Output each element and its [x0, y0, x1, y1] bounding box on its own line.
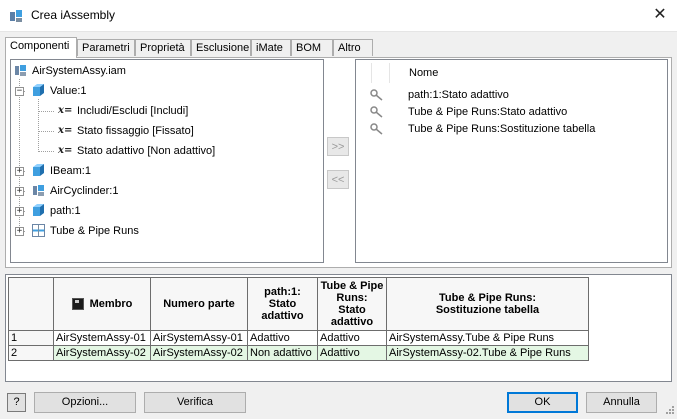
subassembly-icon	[33, 185, 44, 196]
opzioni-button[interactable]: Opzioni...	[34, 392, 136, 413]
tree-item-param[interactable]: x= Includi/Escludi [Includi]	[14, 102, 274, 120]
add-button[interactable]: >>	[327, 137, 349, 156]
header-line: adattivo	[261, 310, 304, 322]
key-icon	[370, 89, 383, 101]
column-header-numero-parte[interactable]: Numero parte	[150, 277, 248, 331]
verifica-button[interactable]: Verifica	[144, 392, 246, 413]
parameter-icon: x=	[58, 125, 73, 136]
tab-imate[interactable]: iMate	[251, 39, 291, 56]
list-header: Nome	[356, 60, 667, 86]
tree-item-ibeam[interactable]: + IBeam:1	[14, 162, 214, 180]
parameter-icon: x=	[58, 105, 73, 116]
header-line: Stato	[268, 298, 297, 310]
list-item-label: path:1:Stato adattivo	[408, 89, 509, 101]
tab-parametri[interactable]: Parametri	[77, 39, 135, 56]
row-number[interactable]: 2	[8, 345, 54, 361]
column-header-membro-label: Membro	[89, 297, 133, 310]
component-tree[interactable]: AirSystemAssy.iam − Value:1 x= Includi/E…	[10, 59, 324, 263]
assembly-icon	[15, 65, 26, 76]
list-item-label: Tube & Pipe Runs:Sostituzione tabella	[408, 123, 596, 135]
selected-list[interactable]: Nome path:1:Stato adattivo Tube & Pipe R…	[355, 59, 668, 263]
cell-path-stato[interactable]: Adattivo	[247, 330, 318, 346]
table-row[interactable]: 1 AirSystemAssy-01 AirSystemAssy-01 Adat…	[8, 330, 589, 346]
header-line: Tube & Pipe	[320, 280, 384, 292]
column-header-path-stato[interactable]: path:1: Stato adattivo	[247, 277, 318, 331]
cell-sostituzione[interactable]: AirSystemAssy.Tube & Pipe Runs	[386, 330, 589, 346]
tab-proprieta[interactable]: Proprietà	[135, 39, 191, 56]
tree-item-param[interactable]: x= Stato fissaggio [Fissato]	[14, 122, 274, 140]
header-line: Sostituzione tabella	[435, 304, 540, 316]
cell-membro[interactable]: AirSystemAssy-01	[53, 330, 151, 346]
part-icon	[33, 164, 44, 176]
member-table-area[interactable]: Membro Numero parte path:1: Stato adatti…	[5, 274, 672, 382]
cell-membro[interactable]: AirSystemAssy-02	[53, 345, 151, 361]
tree-aircylinder-label: AirCyclinder:1	[50, 185, 119, 197]
parameter-icon: x=	[58, 145, 73, 156]
tree-item-path[interactable]: + path:1	[14, 202, 214, 220]
header-line: path:1:	[264, 286, 301, 298]
expand-icon[interactable]: +	[15, 227, 24, 236]
expand-icon[interactable]: +	[15, 167, 24, 176]
tree-tube-label: Tube & Pipe Runs	[50, 225, 139, 237]
expand-icon[interactable]: +	[15, 207, 24, 216]
tree-item-param[interactable]: x= Stato adattivo [Non adattivo]	[14, 142, 274, 160]
key-icon	[370, 106, 383, 118]
ok-button[interactable]: OK	[507, 392, 578, 413]
column-header-sostituzione[interactable]: Tube & Pipe Runs: Sostituzione tabella	[386, 277, 589, 331]
corner-cell	[8, 277, 54, 331]
tree-root-label: AirSystemAssy.iam	[32, 65, 126, 77]
row-number[interactable]: 1	[8, 330, 54, 346]
collapse-icon[interactable]: −	[15, 87, 24, 96]
tube-pipe-icon	[32, 224, 45, 237]
tree-ibeam-label: IBeam:1	[50, 165, 91, 177]
cell-numero-parte[interactable]: AirSystemAssy-01	[150, 330, 248, 346]
tree-param-label: Stato fissaggio [Fissato]	[77, 125, 194, 137]
tree-item-tube-pipe-runs[interactable]: + Tube & Pipe Runs	[14, 222, 214, 240]
tab-panel-componenti: AirSystemAssy.iam − Value:1 x= Includi/E…	[5, 57, 672, 268]
tree-param-label: Stato adattivo [Non adattivo]	[77, 145, 216, 157]
column-header-tube-stato[interactable]: Tube & Pipe Runs: Stato adattivo	[317, 277, 387, 331]
key-icon	[370, 123, 383, 135]
tab-componenti[interactable]: Componenti	[5, 37, 77, 58]
tab-esclusione[interactable]: Esclusione	[191, 39, 251, 56]
resize-grip-icon[interactable]	[663, 405, 675, 417]
part-icon	[33, 84, 44, 96]
list-item-label: Tube & Pipe Runs:Stato adattivo	[408, 106, 568, 118]
cell-path-stato[interactable]: Non adattivo	[247, 345, 318, 361]
table-row[interactable]: 2 AirSystemAssy-02 AirSystemAssy-02 Non …	[8, 345, 589, 361]
header-line: Runs:	[336, 292, 368, 304]
window-title: Crea iAssembly	[31, 8, 116, 22]
header-line: Stato	[338, 304, 366, 316]
tree-item-value1[interactable]: − Value:1	[14, 82, 214, 100]
expand-icon[interactable]: +	[15, 187, 24, 196]
cell-numero-parte[interactable]: AirSystemAssy-02	[150, 345, 248, 361]
tree-item-aircylinder[interactable]: + AirCyclinder:1	[14, 182, 214, 200]
column-header-nome[interactable]: Nome	[409, 67, 438, 79]
close-icon[interactable]: ✕	[648, 3, 672, 27]
annulla-button[interactable]: Annulla	[586, 392, 657, 413]
tree-path-label: path:1	[50, 205, 81, 217]
part-icon	[33, 204, 44, 216]
tree-value1-label: Value:1	[50, 85, 87, 97]
title-bar: Crea iAssembly ✕	[0, 0, 677, 32]
cell-sostituzione[interactable]: AirSystemAssy-02.Tube & Pipe Runs	[386, 345, 589, 361]
cell-tube-stato[interactable]: Adattivo	[317, 330, 387, 346]
assembly-icon	[10, 10, 22, 22]
save-icon	[71, 298, 84, 311]
tree-param-label: Includi/Escludi [Includi]	[77, 105, 189, 117]
table-header-row: Membro Numero parte path:1: Stato adatti…	[8, 277, 589, 331]
cell-tube-stato[interactable]: Adattivo	[317, 345, 387, 361]
tab-altro[interactable]: Altro	[333, 39, 373, 56]
header-line: Tube & Pipe Runs:	[439, 292, 536, 304]
header-line: adattivo	[330, 316, 374, 328]
remove-button[interactable]: <<	[327, 170, 349, 189]
tab-bom[interactable]: BOM	[291, 39, 333, 56]
help-button[interactable]: ?	[7, 393, 26, 412]
column-header-membro[interactable]: Membro	[53, 277, 151, 331]
member-table[interactable]: Membro Numero parte path:1: Stato adatti…	[8, 277, 589, 361]
